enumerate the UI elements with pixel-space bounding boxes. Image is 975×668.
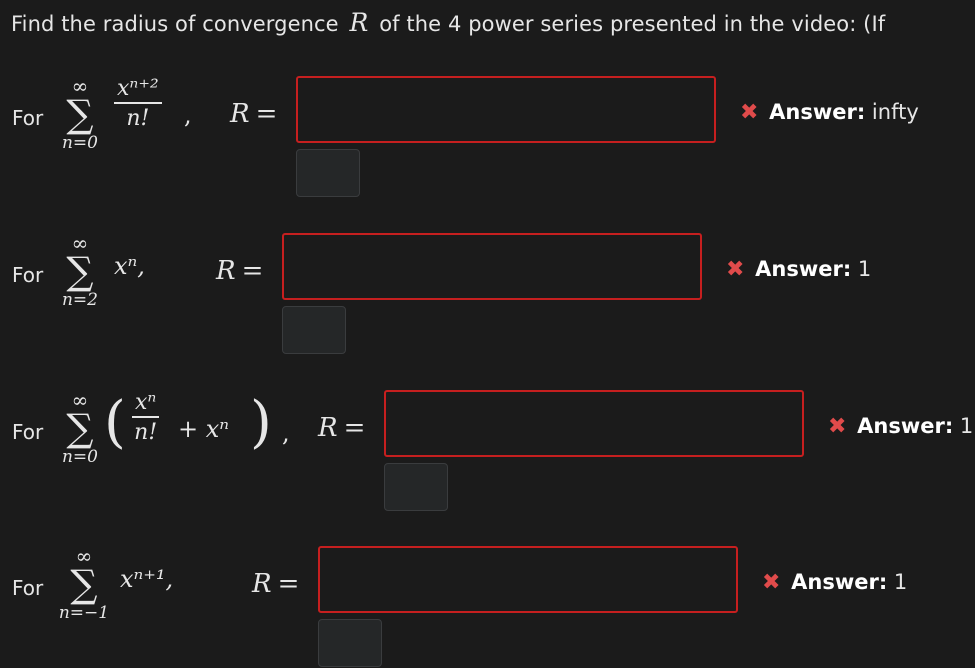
r-equals: R = [252,569,299,599]
series-row-3: For ∞ ∑ n=0 ( xⁿ n! + xⁿ ) , R = ✖ Answer… [0,389,975,519]
series-row-4: For ∞ ∑ n=−1 xⁿ⁺¹, R = ✖ Answer: 1 [0,545,975,668]
for-label: For [12,263,44,287]
for-label: For [12,420,44,444]
fraction-denominator: n! [126,106,150,131]
feedback-label: Answer: [755,257,852,281]
for-label: For [12,576,44,600]
feedback-label: Answer: [791,570,888,594]
sum-symbol: ∞ ∑ n=−1 [54,546,114,623]
sum-lower-limit: n=−1 [58,603,110,623]
r-equals: R = [216,256,263,286]
answer-preview-button[interactable] [282,306,346,354]
r-label: R [318,413,338,443]
series-term: xⁿ⁺¹, [120,565,174,593]
equals-sign: = [343,413,366,443]
fraction-numerator: xⁿ [135,390,157,415]
sigma-icon: ∑ [66,92,94,136]
x-icon: ✖ [726,257,745,282]
sigma-icon: ∑ [66,406,94,450]
equals-sign: = [277,569,300,599]
answer-preview-button[interactable] [318,619,382,667]
answer-feedback: ✖ Answer: 1 [828,414,973,439]
term-comma: , [184,101,192,129]
quiz-page: Find the radius of convergence R of the … [0,0,975,668]
series-term-fraction: xⁿ⁺² n! [114,76,162,134]
answer-feedback: ✖ Answer: 1 [762,570,907,595]
radius-answer-input[interactable] [296,76,716,143]
series-row-1: For ∞ ∑ n=0 xⁿ⁺² n! , R = ✖ Answer: infty [0,75,975,205]
feedback-value: 1 [857,257,872,281]
r-label: R [252,569,272,599]
series-row-2: For ∞ ∑ n=2 xⁿ, R = ✖ Answer: 1 [0,232,975,362]
feedback-value: 1 [893,570,908,594]
series-term: xⁿ, [114,252,145,280]
answer-feedback: ✖ Answer: 1 [726,257,871,282]
x-icon: ✖ [828,414,847,439]
equals-sign: = [241,256,264,286]
answer-preview-button[interactable] [384,463,448,511]
feedback-value: infty [871,100,919,124]
sum-symbol: ∞ ∑ n=0 [50,390,110,467]
question-text-after: of the 4 power series presented in the v… [379,12,886,36]
question-variable: R [349,8,369,37]
fraction-denominator: n! [134,420,158,445]
series-term-plus: + xⁿ [178,415,229,443]
r-equals: R = [230,99,277,129]
x-icon: ✖ [762,570,781,595]
close-paren: ) [250,390,272,455]
open-paren: ( [104,390,126,455]
sum-lower-limit: n=2 [61,290,98,310]
equals-sign: = [255,99,278,129]
sum-symbol: ∞ ∑ n=0 [50,76,110,153]
sigma-icon: ∑ [70,562,98,606]
answer-preview-button[interactable] [296,149,360,197]
sum-lower-limit: n=0 [61,447,98,467]
radius-answer-input[interactable] [318,546,738,613]
radius-answer-input[interactable] [282,233,702,300]
radius-answer-input[interactable] [384,390,804,457]
question-text-before: Find the radius of convergence [11,12,339,36]
feedback-label: Answer: [769,100,866,124]
fraction-numerator: xⁿ⁺² [117,76,159,101]
r-label: R [216,256,236,286]
feedback-value: 1 [959,414,974,438]
for-label: For [12,106,44,130]
term-comma: , [282,419,290,447]
sigma-icon: ∑ [66,249,94,293]
sum-lower-limit: n=0 [61,133,98,153]
answer-feedback: ✖ Answer: infty [740,100,919,125]
sum-symbol: ∞ ∑ n=2 [50,233,110,310]
r-label: R [230,99,250,129]
question-text: Find the radius of convergence R of the … [11,8,885,37]
x-icon: ✖ [740,100,759,125]
series-term-fraction: xⁿ n! [132,390,160,448]
r-equals: R = [318,413,365,443]
feedback-label: Answer: [857,414,954,438]
